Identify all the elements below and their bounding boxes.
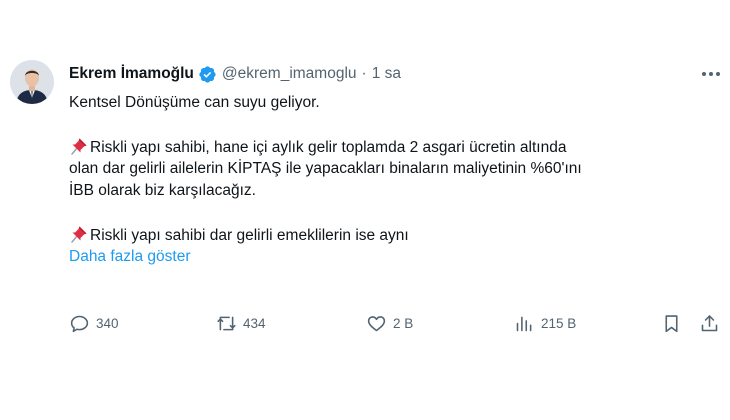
heart-icon [367,315,386,331]
show-more-link[interactable]: Daha fazla göster [69,246,719,268]
reply-button[interactable]: 340 [69,310,119,336]
tweet-line-text: Riskli yapı sahibi, hane içi aylık gelir… [90,139,567,156]
like-button[interactable]: 2 B [366,310,413,336]
retweet-button[interactable]: 434 [216,310,266,336]
bookmark-button[interactable] [661,310,682,336]
tweet-header: Ekrem İmamoğlu @ekrem_imamoglu · 1 sa [69,63,401,85]
reply-icon [70,315,89,332]
tweet-line: Riskli yapı sahibi, hane içi aylık gelir… [69,136,719,158]
tweet-line-text: Riskli yapı sahibi dar gelirli emekliler… [90,227,409,244]
share-button[interactable] [699,310,720,336]
action-bar: 340 434 2 B 215 B [69,310,719,336]
reply-count: 340 [96,315,119,331]
tweet-text: Kentsel Dönüşüme can suyu geliyor. Riskl… [69,92,719,268]
share-icon [701,314,718,331]
like-count: 2 B [393,315,414,331]
author-handle[interactable]: @ekrem_imamoglu [222,65,357,83]
views-count: 215 B [541,315,577,331]
author-name[interactable]: Ekrem İmamoğlu [69,65,194,83]
profile-photo-icon [10,60,54,104]
retweet-count: 434 [243,315,266,331]
tweet-card: Ekrem İmamoğlu @ekrem_imamoglu · 1 sa Ke… [0,0,730,420]
tweet-line: olan dar gelirli ailelerin KİPTAŞ ile ya… [69,160,582,177]
tweet-line: İBB olarak biz karşılacağız. [69,182,256,199]
views-button[interactable]: 215 B [514,310,576,336]
timestamp[interactable]: 1 sa [372,65,401,83]
pushpin-icon [69,224,89,244]
bookmark-icon [665,314,678,332]
separator-dot: · [361,65,367,82]
pushpin-icon [69,136,89,156]
avatar[interactable] [10,60,54,104]
retweet-icon [217,316,236,330]
tweet-line: Riskli yapı sahibi dar gelirli emekliler… [69,224,719,246]
analytics-icon [516,316,532,331]
more-options-icon[interactable] [700,66,722,82]
tweet-line: Kentsel Dönüşüme can suyu geliyor. [69,94,320,111]
verified-badge-icon[interactable] [198,65,217,84]
